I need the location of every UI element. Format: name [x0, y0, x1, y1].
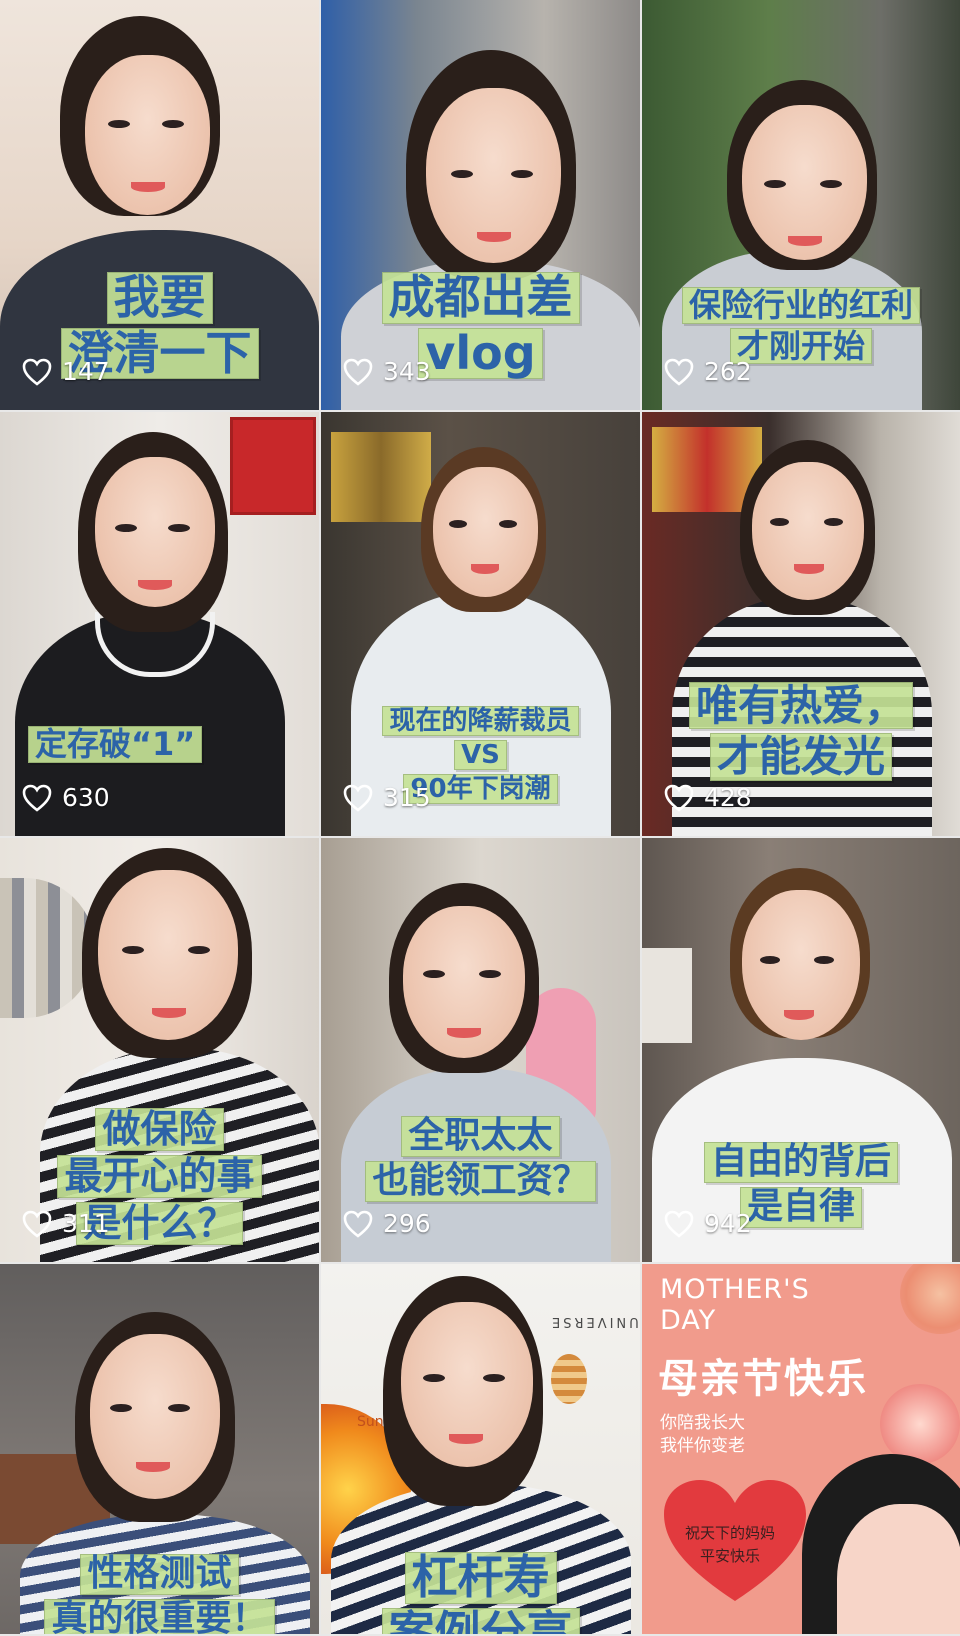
like-count: 296 — [343, 1209, 431, 1238]
like-count: 147 — [22, 357, 110, 386]
like-count: 311 — [22, 1209, 110, 1238]
like-count: 942 — [664, 1209, 752, 1238]
caption-line: 才能发光 — [709, 733, 892, 781]
video-tile[interactable]: 自由的背后 是自律 942 — [642, 838, 960, 1262]
heart-outline-icon — [664, 784, 694, 812]
heart-outline-icon — [22, 784, 52, 812]
video-caption: 全职太太 也能领工资？ — [321, 1114, 640, 1204]
like-count: 262 — [664, 357, 752, 386]
like-count: 315 — [343, 783, 431, 812]
like-count-text: 428 — [704, 783, 752, 812]
subtitle-line: 你陪我长大 — [660, 1413, 745, 1433]
caption-line: 定存破“1” — [28, 726, 203, 763]
flower-decor — [900, 1264, 960, 1334]
caption-line: 也能领工资？ — [365, 1160, 596, 1202]
heart-outline-icon — [343, 1210, 373, 1238]
heart-message-line: 祝天下的妈妈 — [684, 1524, 775, 1542]
heart-outline-icon — [22, 358, 52, 386]
caption-line: 现在的降薪裁员 — [382, 706, 579, 737]
like-count-text: 343 — [383, 357, 431, 386]
person-image — [0, 412, 319, 836]
heart-outline-icon — [664, 358, 694, 386]
like-count-text: 296 — [383, 1209, 431, 1238]
video-tile[interactable]: 保险行业的红利 才刚开始 262 — [642, 0, 960, 410]
caption-line: 案例分享 — [381, 1607, 580, 1634]
caption-line: 我要 — [106, 272, 213, 324]
mothers-day-en-title: MOTHER'S DAY — [660, 1274, 810, 1337]
mothers-day-cn-title: 母亲节快乐 — [658, 1356, 868, 1402]
caption-line: 成都出差 — [381, 272, 580, 324]
video-grid: 我要 澄清一下 147 成都出差 vlog 343 保险行业的红利 才刚开始 2… — [0, 0, 960, 1636]
like-count-text: 630 — [62, 783, 110, 812]
video-tile-mothers-day[interactable]: MOTHER'S DAY 母亲节快乐 你陪我长大 我伴你变老 祝天下的妈妈 平安… — [642, 1264, 960, 1634]
caption-line: 保险行业的红利 — [681, 287, 920, 324]
video-caption: 唯有热爱， 才能发光 — [642, 680, 960, 783]
heart-outline-icon — [343, 784, 373, 812]
video-tile[interactable]: 性格测试 真的很重要！ — [0, 1264, 319, 1634]
like-count-text: 942 — [704, 1209, 752, 1238]
heart-outline-icon — [343, 358, 373, 386]
video-tile[interactable]: 全职太太 也能领工资？ 296 — [321, 838, 640, 1262]
video-tile[interactable]: Sun UNIVERSE 杠杆寿 案例分享 — [321, 1264, 640, 1634]
flower-decor — [880, 1384, 960, 1464]
caption-line: VS — [454, 740, 507, 771]
caption-line: 真的很重要！ — [44, 1598, 275, 1634]
video-caption: 杠杆寿 案例分享 — [321, 1550, 640, 1634]
subtitle-line: 我伴你变老 — [660, 1435, 745, 1456]
caption-line: 全职太太 — [401, 1116, 560, 1157]
like-count-text: 311 — [62, 1209, 110, 1238]
like-count-text: 315 — [383, 783, 431, 812]
video-caption: 定存破“1” — [0, 724, 319, 765]
video-caption: 保险行业的红利 才刚开始 — [642, 285, 960, 366]
caption-line: vlog — [418, 327, 543, 380]
video-caption: 性格测试 真的很重要！ — [0, 1552, 319, 1634]
like-count: 428 — [664, 783, 752, 812]
caption-line: 做保险 — [95, 1108, 224, 1152]
heart-outline-icon — [22, 1210, 52, 1238]
caption-line: 是自律 — [739, 1186, 862, 1228]
video-tile[interactable]: 我要 澄清一下 147 — [0, 0, 319, 410]
heart-outline-icon — [664, 1210, 694, 1238]
like-count: 343 — [343, 357, 431, 386]
like-count-text: 262 — [704, 357, 752, 386]
caption-line: 唯有热爱， — [688, 682, 913, 730]
video-tile[interactable]: 唯有热爱， 才能发光 428 — [642, 412, 960, 836]
video-tile[interactable]: 做保险 最开心的事 是什么？ 311 — [0, 838, 319, 1262]
like-count: 630 — [22, 783, 110, 812]
like-count-text: 147 — [62, 357, 110, 386]
video-tile[interactable]: 成都出差 vlog 343 — [321, 0, 640, 410]
caption-line: 性格测试 — [80, 1554, 239, 1595]
video-tile[interactable]: 定存破“1” 630 — [0, 412, 319, 836]
mothers-day-subtitle: 你陪我长大 我伴你变老 — [660, 1412, 745, 1458]
video-tile[interactable]: 现在的降薪裁员 VS 90年下岗潮 315 — [321, 412, 640, 836]
heart-message: 祝天下的妈妈 平安快乐 — [670, 1522, 790, 1567]
caption-line: 杠杆寿 — [404, 1552, 557, 1604]
caption-line: 最开心的事 — [57, 1155, 262, 1199]
heart-message-line: 平安快乐 — [699, 1546, 760, 1565]
caption-line: 自由的背后 — [703, 1142, 898, 1183]
